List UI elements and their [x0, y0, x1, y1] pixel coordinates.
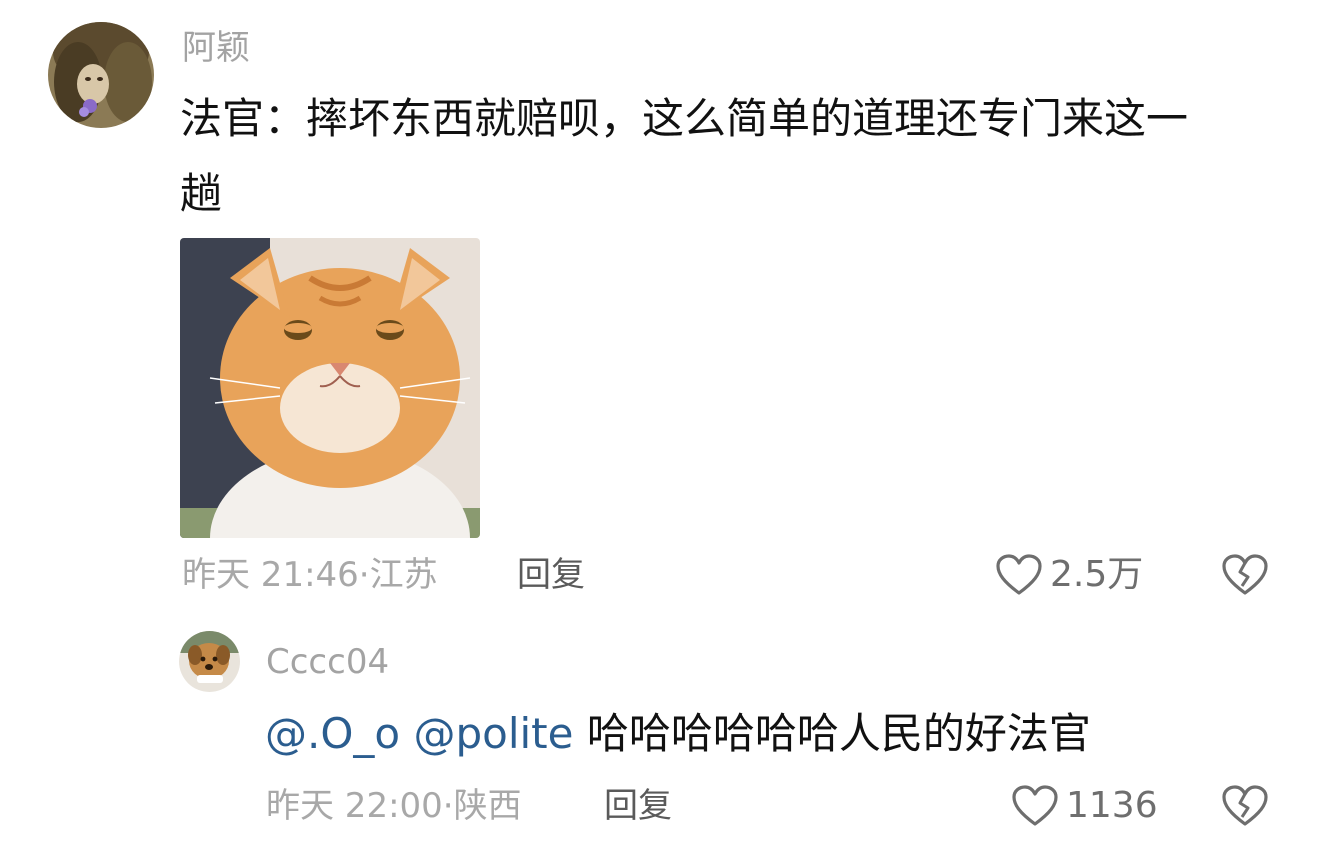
- comment-body: 哈哈哈哈哈哈人民的好法官: [586, 709, 1091, 758]
- mention-link[interactable]: @polite: [413, 709, 573, 758]
- reply-button[interactable]: 回复: [517, 555, 585, 595]
- heart-outline-icon: [1012, 785, 1058, 827]
- username[interactable]: 阿颖: [182, 28, 250, 68]
- comment-thread: 阿颖 法官：摔坏东西就赔呗，这么简单的道理还专门来这一 趟 昨天 21:46·江…: [0, 0, 1320, 855]
- meta-separator: ·: [442, 786, 454, 826]
- comment-location: 陕西: [453, 786, 522, 826]
- cat-image-icon: [180, 238, 480, 538]
- mention-link[interactable]: @.O_o: [265, 709, 400, 758]
- orange-cat-sticker[interactable]: [180, 238, 480, 538]
- comment-time: 昨天 22:00: [266, 786, 443, 826]
- broken-heart-icon[interactable]: [1222, 554, 1268, 596]
- like-count: 1136: [1066, 785, 1158, 826]
- woman-avatar-icon: [48, 22, 154, 128]
- heart-outline-icon: [996, 554, 1042, 596]
- username[interactable]: Cccc04: [266, 642, 389, 682]
- comment-text: @.O_o @polite 哈哈哈哈哈哈人民的好法官: [265, 702, 1091, 766]
- comment-location: 江苏: [369, 555, 438, 595]
- dog-avatar-icon: [179, 631, 240, 692]
- comment-time: 昨天 21:46: [182, 555, 359, 595]
- user-avatar[interactable]: [179, 631, 240, 692]
- like-button[interactable]: 1136: [1012, 785, 1158, 827]
- like-count: 2.5万: [1050, 554, 1144, 595]
- comment-text-line: 趟: [180, 169, 223, 218]
- user-avatar[interactable]: [48, 22, 154, 128]
- comment-text-line: 法官：摔坏东西就赔呗，这么简单的道理还专门来这一: [180, 94, 1189, 143]
- comment-meta: 昨天 21:46·江苏: [182, 555, 438, 595]
- comment-meta: 昨天 22:00·陕西: [266, 786, 522, 826]
- like-button[interactable]: 2.5万: [996, 554, 1143, 596]
- reply-button[interactable]: 回复: [604, 786, 672, 826]
- broken-heart-icon[interactable]: [1222, 785, 1268, 827]
- meta-separator: ·: [358, 555, 370, 595]
